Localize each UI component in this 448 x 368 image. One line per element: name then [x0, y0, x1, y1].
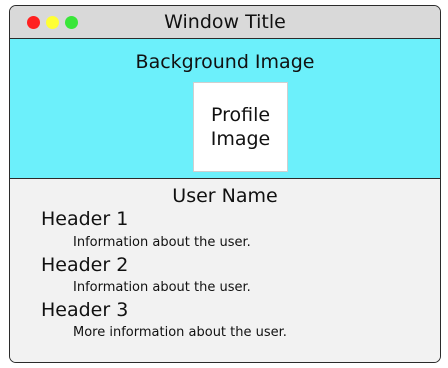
window-title: Window Title	[164, 11, 286, 33]
section-header-3: Header 3	[41, 299, 129, 321]
profile-content: User Name Header 1 Information about the…	[10, 180, 440, 362]
section-header-1: Header 1	[41, 208, 129, 230]
background-image-label: Background Image	[135, 51, 315, 73]
profile-image-label-line2: Image	[210, 128, 271, 150]
app-window: Window Title Background Image Profile Im…	[9, 5, 441, 363]
profile-image: Profile Image	[193, 82, 288, 172]
user-name: User Name	[172, 185, 278, 207]
section-info-2: Information about the user.	[73, 280, 251, 295]
profile-image-label-line1: Profile	[210, 104, 271, 126]
section-header-2: Header 2	[41, 254, 129, 276]
section-info-3: More information about the user.	[73, 325, 287, 340]
section-info-1: Information about the user.	[73, 235, 251, 250]
background-image: Background Image Profile Image	[10, 39, 440, 179]
title-bar[interactable]: Window Title	[10, 6, 440, 39]
